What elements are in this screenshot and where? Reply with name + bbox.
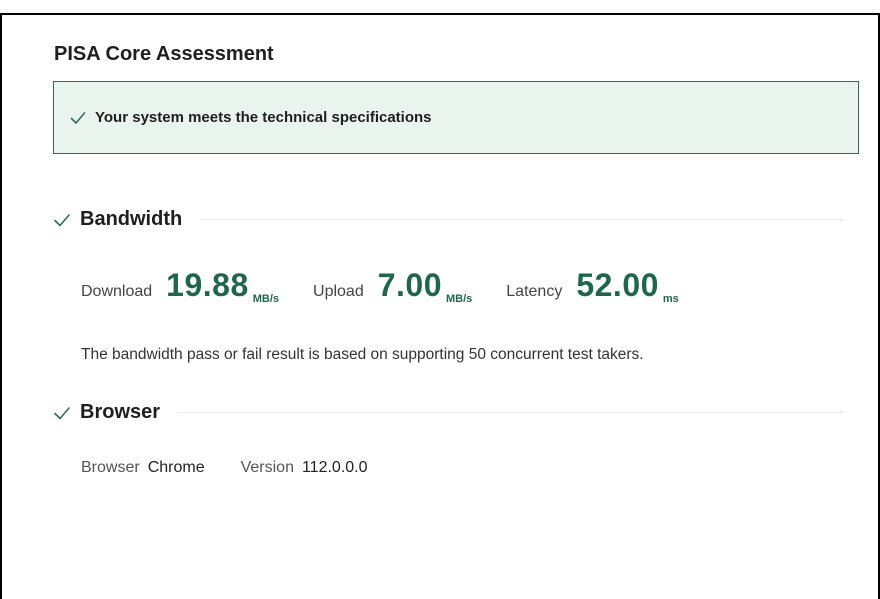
download-unit: MB/s <box>252 293 280 305</box>
download-value: 19.88 <box>166 267 249 303</box>
bandwidth-title: Bandwidth <box>80 208 183 230</box>
status-message: Your system meets the technical specific… <box>95 109 432 126</box>
browser-value: Chrome <box>147 459 205 476</box>
check-icon <box>70 111 86 124</box>
status-banner: Your system meets the technical specific… <box>53 81 859 154</box>
bandwidth-note: The bandwidth pass or fail result is bas… <box>81 346 644 363</box>
latency-label: Latency <box>506 283 563 300</box>
section-divider <box>178 412 844 413</box>
browser-title: Browser <box>80 401 161 423</box>
bandwidth-metrics: Download 19.88 MB/s Upload 7.00 MB/s Lat… <box>81 267 713 305</box>
download-metric: Download 19.88 MB/s <box>81 267 280 305</box>
version-label: Version <box>240 459 294 476</box>
browser-info: Browser Chrome Version 112.0.0.0 <box>81 459 404 477</box>
section-divider <box>200 219 844 220</box>
latency-metric: Latency 52.00 ms <box>506 267 679 305</box>
upload-label: Upload <box>313 283 364 300</box>
browser-section-header: Browser <box>52 401 844 424</box>
latency-value: 52.00 <box>576 267 659 303</box>
upload-value: 7.00 <box>377 267 442 303</box>
upload-unit: MB/s <box>446 293 473 305</box>
upload-metric: Upload 7.00 MB/s <box>313 267 473 305</box>
browser-label: Browser <box>81 459 140 476</box>
download-label: Download <box>81 283 153 300</box>
main-panel: PISA Core Assessment Your system meets t… <box>0 13 880 599</box>
check-icon <box>54 406 70 419</box>
version-value: 112.0.0.0 <box>301 459 368 476</box>
bandwidth-section-header: Bandwidth <box>52 208 844 231</box>
check-icon <box>54 213 70 226</box>
page-title: PISA Core Assessment <box>54 43 274 65</box>
latency-unit: ms <box>662 293 679 305</box>
